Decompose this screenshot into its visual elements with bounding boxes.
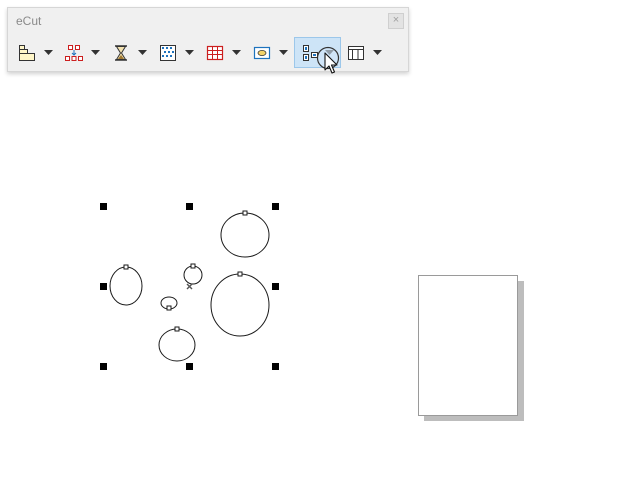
dropdown-arrow-icon[interactable]: [232, 50, 241, 55]
array-tool-button[interactable]: [59, 37, 106, 68]
red-grid-icon: [206, 45, 224, 60]
layout-tool-button[interactable]: [12, 37, 59, 68]
ellipse-shape[interactable]: [109, 266, 143, 306]
dropdown-arrow-icon[interactable]: [138, 50, 147, 55]
dropdown-arrow-icon[interactable]: [279, 50, 288, 55]
dropdown-arrow-icon[interactable]: [185, 50, 194, 55]
ellipse-shape[interactable]: [210, 273, 270, 337]
handle-bottom-left[interactable]: [100, 363, 107, 370]
page-preview: [418, 275, 524, 421]
handle-top-center[interactable]: [186, 203, 193, 210]
node-point[interactable]: [237, 271, 243, 277]
ellipse-shape[interactable]: [160, 296, 178, 310]
center-mark-icon: [186, 283, 193, 290]
ellipse-frame-tool-button[interactable]: [247, 37, 294, 68]
window-title: eCut: [16, 14, 42, 28]
handle-top-left[interactable]: [100, 203, 107, 210]
title-bar[interactable]: eCut ×: [8, 8, 408, 36]
panel-tool-button[interactable]: [341, 37, 388, 68]
stacked-boxes-icon: [19, 44, 35, 61]
handle-middle-right[interactable]: [272, 283, 279, 290]
ellipse-shape[interactable]: [220, 212, 270, 258]
handle-bottom-center[interactable]: [186, 363, 193, 370]
node-point[interactable]: [166, 305, 172, 311]
handle-middle-left[interactable]: [100, 283, 107, 290]
red-array-icon: [65, 44, 83, 61]
dropdown-arrow-icon[interactable]: [44, 50, 53, 55]
ellipse-shape[interactable]: [183, 265, 203, 285]
node-point[interactable]: [190, 263, 196, 269]
dropdown-arrow-icon[interactable]: [373, 50, 382, 55]
mouse-pointer-icon: [316, 46, 340, 74]
close-button[interactable]: ×: [388, 13, 404, 29]
dropdown-arrow-icon[interactable]: [91, 50, 100, 55]
dotted-grid-icon: [160, 44, 176, 61]
ellipse-shape[interactable]: [158, 328, 196, 362]
node-point[interactable]: [174, 326, 180, 332]
node-point[interactable]: [123, 264, 129, 270]
pattern-tool-button[interactable]: [153, 37, 200, 68]
ellipse-in-frame-icon: [253, 46, 271, 59]
panel-layout-icon: [348, 45, 364, 60]
handle-top-right[interactable]: [272, 203, 279, 210]
table-tool-button[interactable]: [200, 37, 247, 68]
ecut-toolbar-window: eCut ×: [7, 7, 409, 72]
hourglass-tool-button[interactable]: [106, 37, 153, 68]
node-point[interactable]: [242, 210, 248, 216]
hourglass-icon: [115, 44, 127, 61]
selection-handles[interactable]: [100, 203, 279, 370]
handle-bottom-right[interactable]: [272, 363, 279, 370]
tool-row: [12, 37, 404, 68]
